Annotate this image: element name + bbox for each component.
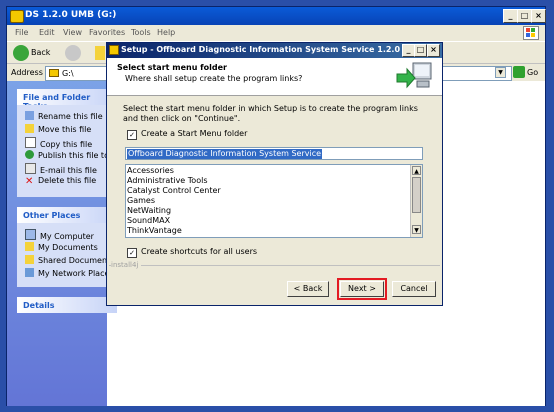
file-tasks-box: Rename this file Move this file Copy thi… <box>17 105 125 197</box>
maximize-button[interactable]: □ <box>517 9 532 23</box>
my-computer-link[interactable]: My Computer <box>25 229 94 241</box>
divider <box>109 265 440 266</box>
my-network-places-link[interactable]: My Network Places <box>25 268 114 278</box>
list-scrollbar[interactable]: ▲ ▼ <box>410 165 422 237</box>
setup-app-icon <box>109 45 119 55</box>
create-shortcuts-checkbox[interactable]: ✓ Create shortcuts for all users <box>127 247 257 258</box>
list-item[interactable]: Accessories <box>127 166 174 175</box>
dialog-subheading: Where shall setup create the program lin… <box>125 74 303 83</box>
dialog-close-button[interactable]: × <box>427 44 440 57</box>
list-item[interactable]: ThinkVantage <box>127 226 182 235</box>
menu-help[interactable]: Help <box>157 28 175 37</box>
menu-tools[interactable]: Tools <box>131 28 151 37</box>
list-item[interactable]: Games <box>127 196 155 205</box>
go-button-label[interactable]: Go <box>527 68 538 77</box>
rename-icon <box>25 111 34 120</box>
address-label: Address <box>11 68 43 77</box>
scroll-thumb[interactable] <box>412 177 421 213</box>
move-icon <box>25 124 34 133</box>
menu-bar: File Edit View Favorites Tools Help <box>7 25 545 41</box>
email-file-link[interactable]: E-mail this file <box>25 163 97 175</box>
copy-file-link[interactable]: Copy this file <box>25 137 92 149</box>
list-item[interactable]: Administrative Tools <box>127 176 207 185</box>
next-button[interactable]: Next > <box>340 281 384 297</box>
documents-folder-icon <box>25 242 34 251</box>
file-tasks-header[interactable]: File and Folder Tasks <box>17 89 117 111</box>
address-value: G:\ <box>62 69 74 78</box>
checkbox-checked-icon: ✓ <box>127 130 137 140</box>
folder-name-value: Offboard Diagnostic Information System S… <box>127 149 323 159</box>
back-button-label[interactable]: Back <box>31 48 50 57</box>
forward-arrow-icon[interactable] <box>65 45 81 61</box>
windows-logo-icon <box>523 26 539 40</box>
envelope-icon <box>25 163 36 174</box>
network-icon <box>25 268 34 277</box>
cancel-button[interactable]: Cancel <box>392 281 436 297</box>
explorer-title: DS 1.2.0 UMB (G:) <box>25 10 117 20</box>
folder-name-input[interactable]: Offboard Diagnostic Information System S… <box>125 147 423 160</box>
checkbox-checked-icon: ✓ <box>127 248 137 258</box>
rename-file-link[interactable]: Rename this file <box>25 111 103 121</box>
list-item[interactable]: Catalyst Control Center <box>127 186 221 195</box>
scroll-up-icon[interactable]: ▲ <box>412 166 421 175</box>
shared-folder-icon <box>25 255 34 264</box>
other-places-box: My Computer My Documents Shared Document… <box>17 223 117 287</box>
delete-file-link[interactable]: ✕ Delete this file <box>25 176 96 187</box>
explorer-titlebar[interactable]: DS 1.2.0 UMB (G:) _ □ × <box>7 7 546 25</box>
back-arrow-icon[interactable] <box>13 45 29 61</box>
my-documents-link[interactable]: My Documents <box>25 242 98 252</box>
dialog-titlebar[interactable]: Setup - Offboard Diagnostic Information … <box>107 43 442 58</box>
list-item[interactable]: SoundMAX <box>127 216 170 225</box>
globe-icon <box>25 150 34 159</box>
menu-view[interactable]: View <box>63 28 82 37</box>
copy-icon <box>25 137 36 148</box>
move-file-link[interactable]: Move this file <box>25 124 91 134</box>
close-button[interactable]: × <box>531 9 546 23</box>
details-header[interactable]: Details <box>17 297 117 313</box>
delete-x-icon: ✕ <box>25 176 34 187</box>
drive-small-icon <box>49 69 59 77</box>
shared-documents-link[interactable]: Shared Documents <box>25 255 114 265</box>
back-button[interactable]: < Back <box>287 281 329 297</box>
computer-icon <box>25 229 36 240</box>
dialog-heading: Select start menu folder <box>117 63 227 72</box>
folder-up-icon[interactable] <box>95 46 105 60</box>
list-item[interactable]: NetWaiting <box>127 206 171 215</box>
go-arrow-icon[interactable] <box>513 66 525 78</box>
folder-list[interactable]: Accessories Administrative Tools Catalys… <box>125 164 423 238</box>
instruction-text: Select the start menu folder in which Se… <box>123 104 418 123</box>
address-dropdown-button[interactable]: ▼ <box>495 67 506 78</box>
setup-computer-icon <box>395 60 435 94</box>
install4j-brand: install4j <box>111 261 142 269</box>
scroll-down-icon[interactable]: ▼ <box>412 225 421 234</box>
dialog-header: Select start menu folder Where shall set… <box>107 58 442 96</box>
create-start-menu-checkbox[interactable]: ✓ Create a Start Menu folder <box>127 129 247 140</box>
setup-dialog: Setup - Offboard Diagnostic Information … <box>106 42 443 306</box>
minimize-button[interactable]: _ <box>503 9 518 23</box>
menu-edit[interactable]: Edit <box>39 28 55 37</box>
menu-favorites[interactable]: Favorites <box>89 28 125 37</box>
dialog-title: Setup - Offboard Diagnostic Information … <box>121 45 401 54</box>
dialog-maximize-button[interactable]: □ <box>414 44 427 57</box>
drive-icon <box>10 10 24 23</box>
menu-file[interactable]: File <box>15 28 28 37</box>
other-places-header[interactable]: Other Places <box>17 207 117 223</box>
